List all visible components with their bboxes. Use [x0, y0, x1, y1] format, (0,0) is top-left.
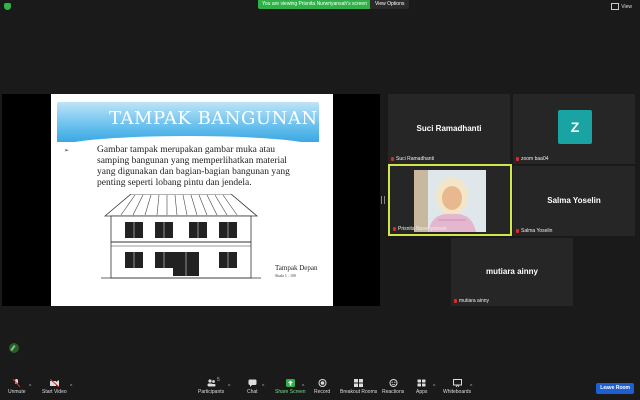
participant-tile-active-speaker[interactable]: Prisnita Nurwriyansah — [388, 164, 512, 236]
avatar: Z — [558, 110, 592, 144]
participant-tile[interactable]: Salma Yoselin Salma Yoselin — [513, 166, 635, 236]
participant-tile[interactable]: mutiara ainny mutiara ainny — [451, 238, 573, 306]
chevron-up-icon[interactable]: ^ — [262, 384, 264, 390]
shared-screen: TAMPAK BANGUNAN ➢ Gambar tampak merupaka… — [2, 94, 380, 306]
chevron-up-icon[interactable]: ^ — [29, 384, 31, 390]
participant-video — [414, 170, 486, 232]
breakout-rooms-button[interactable]: Breakout Rooms — [340, 379, 377, 395]
participants-count: 5 — [217, 377, 220, 383]
mic-muted-icon — [393, 226, 396, 231]
participant-name: mutiara ainny — [485, 267, 538, 276]
participant-label: Prisnita Nurwriyansah — [393, 226, 447, 232]
building-drawing — [101, 194, 261, 279]
chat-icon — [248, 379, 257, 387]
apps-icon — [417, 379, 426, 387]
chevron-up-icon[interactable]: ^ — [470, 384, 472, 390]
breakout-rooms-label: Breakout Rooms — [340, 389, 378, 395]
viewing-banner: You are viewing Prisnita Nurwriyansah's … — [258, 0, 371, 9]
resize-handle[interactable] — [381, 196, 385, 204]
participant-label: mutiara ainny — [454, 298, 489, 304]
slide-line: samping bangunan yang memperlihatkan mat… — [97, 156, 287, 166]
record-label: Record — [314, 389, 331, 395]
share-screen-label: Share Screen — [275, 389, 306, 395]
apps-label: Apps — [416, 389, 428, 395]
participant-name: Salma Yoselin — [547, 196, 601, 205]
video-off-icon — [49, 379, 59, 387]
mic-muted-icon — [391, 156, 394, 161]
participant-label-text: Prisnita Nurwriyansah — [398, 226, 447, 232]
leave-room-button[interactable]: Leave Room — [596, 383, 634, 394]
participant-tile[interactable]: Z zoom baa04 — [513, 94, 635, 164]
whiteboards-label: Whiteboards — [443, 389, 472, 395]
whiteboard-icon — [452, 379, 462, 387]
whiteboards-button[interactable]: Whiteboards — [443, 379, 471, 395]
participant-label-text: zoom baa04 — [521, 156, 549, 162]
bullet-icon: ➢ — [64, 148, 70, 154]
chevron-up-icon[interactable]: ^ — [70, 384, 72, 390]
record-button[interactable]: Record — [314, 379, 330, 395]
unmute-label: Unmute — [8, 389, 26, 395]
reactions-label: Reactions — [382, 389, 405, 395]
reactions-icon — [389, 379, 398, 387]
view-button[interactable]: View — [611, 3, 632, 10]
mic-muted-icon — [454, 298, 457, 303]
mic-muted-icon — [516, 228, 519, 233]
drawing-scale: Skala 1 : 100 — [275, 273, 296, 278]
chat-button[interactable]: Chat — [247, 379, 258, 395]
chevron-up-icon[interactable]: ^ — [433, 384, 435, 390]
chevron-up-icon[interactable]: ^ — [302, 384, 304, 390]
participant-label: zoom baa04 — [516, 156, 549, 162]
slide-title: TAMPAK BANGUNAN — [109, 108, 318, 129]
presentation-slide: TAMPAK BANGUNAN ➢ Gambar tampak merupaka… — [51, 94, 333, 306]
annotate-pencil-icon[interactable] — [9, 343, 19, 353]
drawing-caption: Tampak Depan — [275, 264, 318, 272]
participant-label-text: Suci Ramadhanti — [396, 156, 435, 162]
start-video-button[interactable]: Start Video — [42, 379, 67, 395]
grid-icon — [611, 3, 620, 10]
share-screen-icon — [285, 379, 295, 387]
slide-line: penting seperti lobang pintu dan jendela… — [97, 178, 252, 188]
participant-name: Suci Ramadhanti — [416, 124, 482, 133]
view-options-button[interactable]: View Options — [370, 0, 410, 9]
participant-label-text: Salma Yoselin — [521, 228, 553, 234]
unmute-button[interactable]: Unmute — [8, 379, 26, 395]
person-video-icon — [414, 170, 486, 232]
reactions-button[interactable]: Reactions — [382, 379, 404, 395]
share-screen-button[interactable]: Share Screen — [275, 379, 306, 395]
participant-label-text: mutiara ainny — [459, 298, 490, 304]
top-bar: You are viewing Prisnita Nurwriyansah's … — [0, 0, 640, 12]
breakout-rooms-icon — [354, 379, 364, 387]
participant-tile[interactable]: Suci Ramadhanti Suci Ramadhanti — [388, 94, 510, 164]
view-label: View — [621, 3, 632, 10]
shield-icon[interactable] — [4, 3, 11, 10]
participants-button[interactable]: Participants — [198, 379, 224, 395]
participant-label: Salma Yoselin — [516, 228, 552, 234]
mic-muted-icon — [516, 156, 519, 161]
participants-icon — [207, 379, 216, 387]
start-video-label: Start Video — [42, 389, 67, 395]
meeting-toolbar: Unmute ^ Start Video ^ Participants 5 ^ … — [0, 376, 640, 400]
apps-button[interactable]: Apps — [416, 379, 427, 395]
chevron-up-icon[interactable]: ^ — [228, 384, 230, 390]
slide-line: yang digunakan dan bagian-bagian banguna… — [97, 167, 290, 177]
slide-body: Gambar tampak merupakan gambar muka atau… — [97, 145, 333, 189]
chat-label: Chat — [247, 389, 258, 395]
mic-muted-icon — [12, 379, 21, 387]
participants-label: Participants — [198, 389, 225, 395]
slide-line: Gambar tampak merupakan gambar muka atau — [97, 145, 276, 155]
record-icon — [318, 379, 327, 387]
participant-label: Suci Ramadhanti — [391, 156, 434, 162]
